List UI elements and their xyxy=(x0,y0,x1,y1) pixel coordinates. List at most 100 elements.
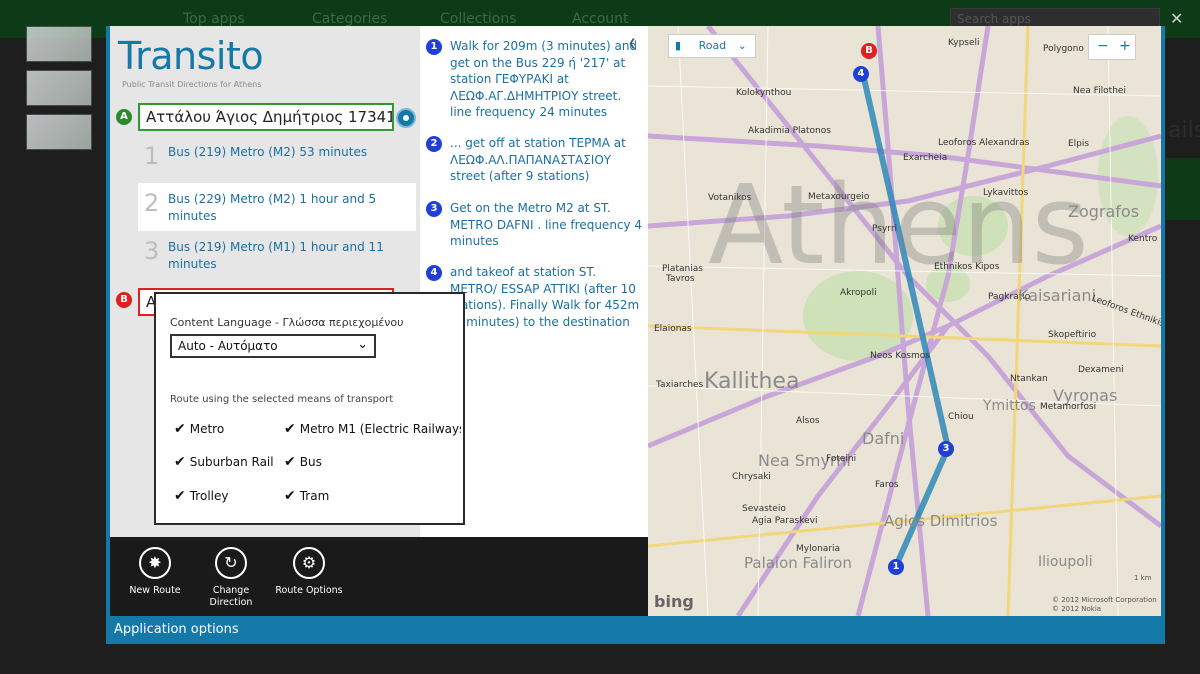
map-style-label: Road xyxy=(698,39,727,52)
route-options-label: Route Options xyxy=(275,585,343,596)
map-place: Skopeftirio xyxy=(1048,330,1097,340)
step-number-badge: 3 xyxy=(426,201,442,217)
route-option-1[interactable]: 1 Bus (219) Metro (M2) 53 minutes xyxy=(138,136,416,184)
map-place: Taxiarches xyxy=(656,380,704,390)
change-direction-label: Change Direction xyxy=(209,585,253,608)
app-logo: Transito xyxy=(118,34,264,78)
status-bar: Application options xyxy=(106,616,1165,644)
map-place: Dexameni xyxy=(1078,365,1124,375)
store-tab-top-apps[interactable]: Top apps xyxy=(183,11,245,27)
destination-pin[interactable]: B xyxy=(861,43,877,59)
option-metro-m1[interactable]: ✔Metro M1 (Electric Railways (ISAP)) xyxy=(284,421,461,437)
store-tab-categories[interactable]: Categories xyxy=(312,11,387,27)
route-options-flyout: Content Language - Γλώσσα περιεχομένου A… xyxy=(154,292,465,525)
map-place: Agios Dimitrios xyxy=(884,512,998,530)
option-tram[interactable]: ✔ Tram xyxy=(284,488,384,504)
map-place: Leoforos Alexandras xyxy=(938,138,1030,148)
option-suburban-railway[interactable]: ✔Suburban Railway xyxy=(174,454,274,470)
map-place: Tavros xyxy=(666,274,695,284)
new-route-button[interactable]: ✸ New Route xyxy=(120,547,190,597)
store-side-text: ails xyxy=(1168,118,1200,143)
option-label: Tram xyxy=(299,489,330,503)
map-place: Neos Kosmos xyxy=(870,351,930,361)
origin-input[interactable]: Αττάλου Άγιος Δημήτριος 17341 xyxy=(138,103,394,131)
content-language-label: Content Language - Γλώσσα περιεχομένου xyxy=(170,316,404,329)
option-label: Trolley xyxy=(189,489,229,503)
checkmark-icon: ✔ xyxy=(284,454,296,470)
map-place: Faros xyxy=(875,480,899,490)
step-text: and takeof at station ST. METRO/ ESSAP A… xyxy=(450,265,640,329)
map-style-select[interactable]: ▮ Road ⌄ xyxy=(668,34,756,58)
step-pin-3[interactable]: 3 xyxy=(938,441,954,457)
content-language-value: Auto - Αυτόματο xyxy=(178,339,278,353)
step-text: Walk for 209m (3 minutes) and get on the… xyxy=(450,39,638,119)
option-metro[interactable]: ✔ Metro xyxy=(174,421,274,437)
step-pin-4[interactable]: 4 xyxy=(853,66,869,82)
map-place: Ilioupoli xyxy=(1038,554,1093,570)
option-trolley[interactable]: ✔ Trolley xyxy=(174,488,274,504)
map-place: Alsos xyxy=(796,416,820,426)
close-icon[interactable]: ✕ xyxy=(1170,9,1183,28)
content-language-select[interactable]: Auto - Αυτόματο ⌄ xyxy=(170,334,376,358)
option-label: Suburban Railway xyxy=(189,455,274,469)
screenshot-thumb-1[interactable] xyxy=(26,26,92,62)
route-options-button[interactable]: ⚙ Route Options xyxy=(274,547,344,597)
screenshot-thumb-3[interactable] xyxy=(26,114,92,150)
zoom-in-button[interactable]: + xyxy=(1119,38,1131,54)
bing-logo: bing xyxy=(654,592,694,611)
option-label: Metro M1 (Electric Railways (ISAP)) xyxy=(299,422,461,436)
screenshot-thumb-2[interactable] xyxy=(26,70,92,106)
map-place: Chiou xyxy=(948,412,974,422)
map-place: Lykavittos xyxy=(983,188,1029,198)
map-place: Nea Filothei xyxy=(1073,86,1126,96)
option-bus[interactable]: ✔ Bus xyxy=(284,454,384,470)
transport-means-label: Route using the selected means of transp… xyxy=(170,394,394,405)
locate-me-icon[interactable] xyxy=(396,108,416,128)
app-tagline: Public Transit Directions for Athens xyxy=(122,80,262,89)
checkmark-icon: ✔ xyxy=(284,421,296,437)
map-place: Ethnikos Kipos xyxy=(934,262,1000,272)
map-place: Kentro xyxy=(1128,234,1158,244)
map-place: Zografos xyxy=(1068,202,1140,221)
step-number-badge: 4 xyxy=(426,265,442,281)
map-place: Kaisariani xyxy=(1018,286,1097,305)
route-number: 3 xyxy=(144,237,160,265)
option-label: Bus xyxy=(299,455,322,469)
map-place: Kypseli xyxy=(948,38,980,48)
route-summary: Bus (219) Metro (M2) 53 minutes xyxy=(168,145,368,159)
route-number: 1 xyxy=(144,142,160,170)
store-accent-block xyxy=(1166,158,1200,220)
map-place: Dafni xyxy=(862,429,905,448)
app-bar: ✸ New Route ↻ Change Direction ⚙ Route O… xyxy=(110,537,648,616)
checkmark-icon: ✔ xyxy=(284,488,296,504)
new-route-label: New Route xyxy=(129,585,181,596)
checkmark-icon: ✔ xyxy=(174,454,186,470)
map-place: Mylonaria xyxy=(796,544,841,554)
step-number-badge: 2 xyxy=(426,136,442,152)
burst-icon: ✸ xyxy=(139,547,171,579)
map-place: Akropoli xyxy=(840,288,877,298)
step-text: Get on the Metro M2 at ST. METRO DAFNI .… xyxy=(450,201,643,248)
map-place: Chrysaki xyxy=(732,472,771,482)
change-direction-button[interactable]: ↻ Change Direction xyxy=(196,547,266,609)
route-option-3[interactable]: 3 Bus (219) Metro (M1) 1 hour and 11 min… xyxy=(138,231,416,279)
map-place: Sevasteio xyxy=(742,504,786,514)
step-pin-1[interactable]: 1 xyxy=(888,559,904,575)
map-city-label: Athens xyxy=(708,161,1089,289)
gear-icon: ⚙ xyxy=(293,547,325,579)
map-place: Ntankan xyxy=(1010,374,1048,384)
step-text: ... get off at station ΤΕΡΜΑ at ΛΕΩΦ.ΑΛ.… xyxy=(450,136,626,183)
store-tab-collections[interactable]: Collections xyxy=(440,11,517,27)
chevron-down-icon: ⌄ xyxy=(357,337,368,352)
map-place: Foteini xyxy=(826,454,857,464)
map-place: Exarcheia xyxy=(903,153,948,163)
zoom-control: − + xyxy=(1088,34,1136,60)
route-option-2[interactable]: 2 Bus (229) Metro (M2) 1 hour and 5 minu… xyxy=(138,183,416,231)
map-place: Elpis xyxy=(1068,139,1090,149)
zoom-out-button[interactable]: − xyxy=(1097,38,1109,54)
map-place: Metamorfosi xyxy=(1040,402,1097,412)
map-view[interactable]: Athens Kypseli Polygono Nea Filothei Kol… xyxy=(648,26,1161,616)
route-summary: Bus (229) Metro (M2) 1 hour and 5 minute… xyxy=(168,192,377,223)
store-tab-account[interactable]: Account xyxy=(572,11,629,27)
map-place: Akadimia Platonos xyxy=(748,126,831,136)
